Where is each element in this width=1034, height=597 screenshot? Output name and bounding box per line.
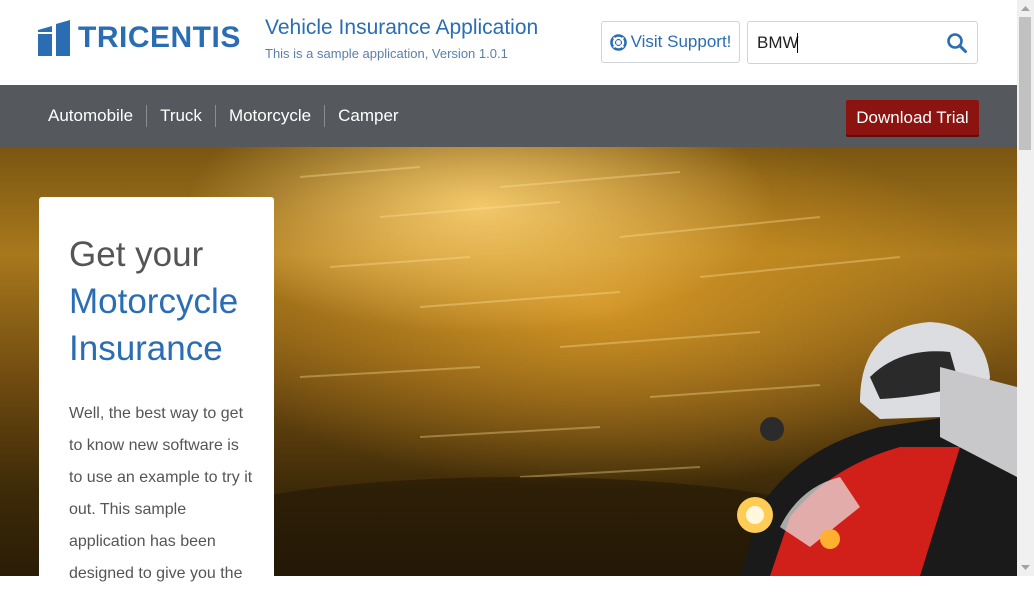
app-subtitle: This is a sample application, Version 1.… xyxy=(265,46,508,61)
scrollbar-thumb[interactable] xyxy=(1019,17,1031,150)
visit-support-button[interactable]: Visit Support! xyxy=(601,21,740,63)
tricentis-logo[interactable]: TRICENTIS xyxy=(38,20,241,56)
hero-body-text: Well, the best way to get to know new so… xyxy=(69,405,253,582)
vertical-scrollbar[interactable] xyxy=(1017,0,1034,576)
download-trial-button[interactable]: Download Trial xyxy=(846,100,979,135)
text-caret xyxy=(797,33,798,53)
hero-heading-line1: Get your xyxy=(69,235,204,274)
site-header: TRICENTIS Vehicle Insurance Application … xyxy=(0,0,1017,85)
nav-item-camper[interactable]: Camper xyxy=(324,105,411,127)
nav-item-automobile[interactable]: Automobile xyxy=(35,105,146,127)
hero-heading: Get your Motorcycle Insurance xyxy=(69,231,269,372)
scroll-up-arrow-icon[interactable] xyxy=(1017,0,1034,17)
hero-card: Get your Motorcycle Insurance Well, the … xyxy=(39,197,274,597)
scroll-down-arrow-icon[interactable] xyxy=(1017,559,1034,576)
search-box xyxy=(747,21,978,64)
hero-heading-line2: Motorcycle xyxy=(69,282,239,321)
nav-item-truck[interactable]: Truck xyxy=(146,105,215,127)
search-icon[interactable] xyxy=(946,32,968,54)
app-title: Vehicle Insurance Application xyxy=(265,16,539,39)
visit-support-label: Visit Support! xyxy=(630,32,732,51)
nav-item-motorcycle[interactable]: Motorcycle xyxy=(214,105,324,127)
logo-text: TRICENTIS xyxy=(78,21,241,54)
tricentis-logo-icon xyxy=(38,20,70,56)
lifebuoy-icon xyxy=(609,33,627,51)
search-input[interactable] xyxy=(748,22,938,63)
nav-items: Automobile Truck Motorcycle Camper xyxy=(35,85,412,147)
hero-heading-line3: Insurance xyxy=(69,329,223,368)
